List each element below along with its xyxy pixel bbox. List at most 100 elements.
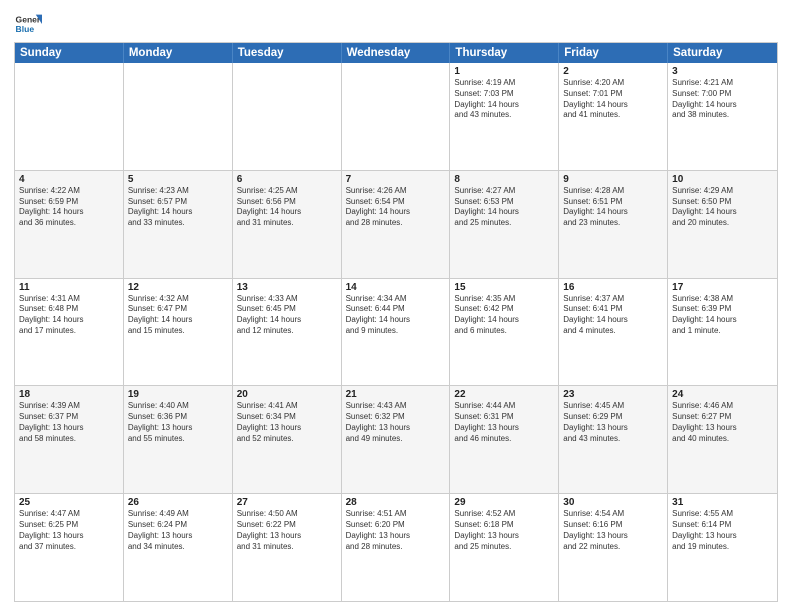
day-header-sunday: Sunday bbox=[15, 43, 124, 63]
cal-cell: 21Sunrise: 4:43 AM Sunset: 6:32 PM Dayli… bbox=[342, 386, 451, 493]
cal-cell: 8Sunrise: 4:27 AM Sunset: 6:53 PM Daylig… bbox=[450, 171, 559, 278]
cal-cell: 2Sunrise: 4:20 AM Sunset: 7:01 PM Daylig… bbox=[559, 63, 668, 170]
day-number: 8 bbox=[454, 174, 554, 185]
cal-cell: 24Sunrise: 4:46 AM Sunset: 6:27 PM Dayli… bbox=[668, 386, 777, 493]
cell-info: Sunrise: 4:21 AM Sunset: 7:00 PM Dayligh… bbox=[672, 78, 773, 121]
cal-cell: 1Sunrise: 4:19 AM Sunset: 7:03 PM Daylig… bbox=[450, 63, 559, 170]
cell-info: Sunrise: 4:51 AM Sunset: 6:20 PM Dayligh… bbox=[346, 509, 446, 552]
cal-cell: 14Sunrise: 4:34 AM Sunset: 6:44 PM Dayli… bbox=[342, 279, 451, 386]
day-number: 12 bbox=[128, 282, 228, 293]
cal-cell: 13Sunrise: 4:33 AM Sunset: 6:45 PM Dayli… bbox=[233, 279, 342, 386]
day-number: 7 bbox=[346, 174, 446, 185]
day-number: 22 bbox=[454, 389, 554, 400]
cal-cell: 3Sunrise: 4:21 AM Sunset: 7:00 PM Daylig… bbox=[668, 63, 777, 170]
logo-icon: General Blue bbox=[14, 10, 42, 38]
cal-cell: 26Sunrise: 4:49 AM Sunset: 6:24 PM Dayli… bbox=[124, 494, 233, 601]
cell-info: Sunrise: 4:49 AM Sunset: 6:24 PM Dayligh… bbox=[128, 509, 228, 552]
cal-cell: 17Sunrise: 4:38 AM Sunset: 6:39 PM Dayli… bbox=[668, 279, 777, 386]
cell-info: Sunrise: 4:38 AM Sunset: 6:39 PM Dayligh… bbox=[672, 294, 773, 337]
cal-cell: 29Sunrise: 4:52 AM Sunset: 6:18 PM Dayli… bbox=[450, 494, 559, 601]
cell-info: Sunrise: 4:20 AM Sunset: 7:01 PM Dayligh… bbox=[563, 78, 663, 121]
cell-info: Sunrise: 4:26 AM Sunset: 6:54 PM Dayligh… bbox=[346, 186, 446, 229]
cal-cell: 31Sunrise: 4:55 AM Sunset: 6:14 PM Dayli… bbox=[668, 494, 777, 601]
cell-info: Sunrise: 4:22 AM Sunset: 6:59 PM Dayligh… bbox=[19, 186, 119, 229]
cal-cell bbox=[15, 63, 124, 170]
cell-info: Sunrise: 4:43 AM Sunset: 6:32 PM Dayligh… bbox=[346, 401, 446, 444]
cell-info: Sunrise: 4:47 AM Sunset: 6:25 PM Dayligh… bbox=[19, 509, 119, 552]
day-header-friday: Friday bbox=[559, 43, 668, 63]
calendar-body: 1Sunrise: 4:19 AM Sunset: 7:03 PM Daylig… bbox=[15, 63, 777, 601]
cell-info: Sunrise: 4:46 AM Sunset: 6:27 PM Dayligh… bbox=[672, 401, 773, 444]
day-header-wednesday: Wednesday bbox=[342, 43, 451, 63]
cell-info: Sunrise: 4:23 AM Sunset: 6:57 PM Dayligh… bbox=[128, 186, 228, 229]
cell-info: Sunrise: 4:52 AM Sunset: 6:18 PM Dayligh… bbox=[454, 509, 554, 552]
cal-cell: 23Sunrise: 4:45 AM Sunset: 6:29 PM Dayli… bbox=[559, 386, 668, 493]
header: General Blue bbox=[14, 10, 778, 38]
day-number: 24 bbox=[672, 389, 773, 400]
cal-cell: 7Sunrise: 4:26 AM Sunset: 6:54 PM Daylig… bbox=[342, 171, 451, 278]
day-number: 28 bbox=[346, 497, 446, 508]
day-number: 27 bbox=[237, 497, 337, 508]
day-number: 17 bbox=[672, 282, 773, 293]
cal-cell: 20Sunrise: 4:41 AM Sunset: 6:34 PM Dayli… bbox=[233, 386, 342, 493]
day-number: 31 bbox=[672, 497, 773, 508]
day-number: 10 bbox=[672, 174, 773, 185]
cal-cell: 30Sunrise: 4:54 AM Sunset: 6:16 PM Dayli… bbox=[559, 494, 668, 601]
day-number: 30 bbox=[563, 497, 663, 508]
day-header-monday: Monday bbox=[124, 43, 233, 63]
cell-info: Sunrise: 4:27 AM Sunset: 6:53 PM Dayligh… bbox=[454, 186, 554, 229]
cell-info: Sunrise: 4:55 AM Sunset: 6:14 PM Dayligh… bbox=[672, 509, 773, 552]
day-number: 6 bbox=[237, 174, 337, 185]
cell-info: Sunrise: 4:31 AM Sunset: 6:48 PM Dayligh… bbox=[19, 294, 119, 337]
day-number: 18 bbox=[19, 389, 119, 400]
day-header-saturday: Saturday bbox=[668, 43, 777, 63]
cell-info: Sunrise: 4:34 AM Sunset: 6:44 PM Dayligh… bbox=[346, 294, 446, 337]
cal-cell: 18Sunrise: 4:39 AM Sunset: 6:37 PM Dayli… bbox=[15, 386, 124, 493]
cell-info: Sunrise: 4:37 AM Sunset: 6:41 PM Dayligh… bbox=[563, 294, 663, 337]
cal-cell: 27Sunrise: 4:50 AM Sunset: 6:22 PM Dayli… bbox=[233, 494, 342, 601]
calendar-header: SundayMondayTuesdayWednesdayThursdayFrid… bbox=[15, 43, 777, 63]
cal-cell bbox=[124, 63, 233, 170]
week-row-1: 1Sunrise: 4:19 AM Sunset: 7:03 PM Daylig… bbox=[15, 63, 777, 170]
cell-info: Sunrise: 4:50 AM Sunset: 6:22 PM Dayligh… bbox=[237, 509, 337, 552]
cal-cell: 9Sunrise: 4:28 AM Sunset: 6:51 PM Daylig… bbox=[559, 171, 668, 278]
cal-cell: 22Sunrise: 4:44 AM Sunset: 6:31 PM Dayli… bbox=[450, 386, 559, 493]
week-row-2: 4Sunrise: 4:22 AM Sunset: 6:59 PM Daylig… bbox=[15, 170, 777, 278]
cal-cell: 28Sunrise: 4:51 AM Sunset: 6:20 PM Dayli… bbox=[342, 494, 451, 601]
cal-cell: 10Sunrise: 4:29 AM Sunset: 6:50 PM Dayli… bbox=[668, 171, 777, 278]
cal-cell: 11Sunrise: 4:31 AM Sunset: 6:48 PM Dayli… bbox=[15, 279, 124, 386]
cal-cell bbox=[233, 63, 342, 170]
cal-cell: 12Sunrise: 4:32 AM Sunset: 6:47 PM Dayli… bbox=[124, 279, 233, 386]
day-number: 20 bbox=[237, 389, 337, 400]
cal-cell: 15Sunrise: 4:35 AM Sunset: 6:42 PM Dayli… bbox=[450, 279, 559, 386]
day-number: 16 bbox=[563, 282, 663, 293]
footer-note bbox=[14, 602, 778, 604]
cell-info: Sunrise: 4:45 AM Sunset: 6:29 PM Dayligh… bbox=[563, 401, 663, 444]
day-number: 13 bbox=[237, 282, 337, 293]
day-number: 4 bbox=[19, 174, 119, 185]
day-number: 14 bbox=[346, 282, 446, 293]
cell-info: Sunrise: 4:39 AM Sunset: 6:37 PM Dayligh… bbox=[19, 401, 119, 444]
cal-cell: 6Sunrise: 4:25 AM Sunset: 6:56 PM Daylig… bbox=[233, 171, 342, 278]
svg-text:Blue: Blue bbox=[16, 24, 35, 34]
page: General Blue SundayMondayTuesdayWednesda… bbox=[0, 0, 792, 612]
day-number: 2 bbox=[563, 66, 663, 77]
day-number: 29 bbox=[454, 497, 554, 508]
day-number: 15 bbox=[454, 282, 554, 293]
day-number: 21 bbox=[346, 389, 446, 400]
week-row-3: 11Sunrise: 4:31 AM Sunset: 6:48 PM Dayli… bbox=[15, 278, 777, 386]
day-number: 26 bbox=[128, 497, 228, 508]
cal-cell: 5Sunrise: 4:23 AM Sunset: 6:57 PM Daylig… bbox=[124, 171, 233, 278]
day-number: 19 bbox=[128, 389, 228, 400]
cal-cell: 19Sunrise: 4:40 AM Sunset: 6:36 PM Dayli… bbox=[124, 386, 233, 493]
day-number: 5 bbox=[128, 174, 228, 185]
day-number: 23 bbox=[563, 389, 663, 400]
cell-info: Sunrise: 4:25 AM Sunset: 6:56 PM Dayligh… bbox=[237, 186, 337, 229]
calendar: SundayMondayTuesdayWednesdayThursdayFrid… bbox=[14, 42, 778, 602]
cell-info: Sunrise: 4:40 AM Sunset: 6:36 PM Dayligh… bbox=[128, 401, 228, 444]
cell-info: Sunrise: 4:41 AM Sunset: 6:34 PM Dayligh… bbox=[237, 401, 337, 444]
day-number: 1 bbox=[454, 66, 554, 77]
cal-cell: 16Sunrise: 4:37 AM Sunset: 6:41 PM Dayli… bbox=[559, 279, 668, 386]
day-number: 25 bbox=[19, 497, 119, 508]
cal-cell bbox=[342, 63, 451, 170]
